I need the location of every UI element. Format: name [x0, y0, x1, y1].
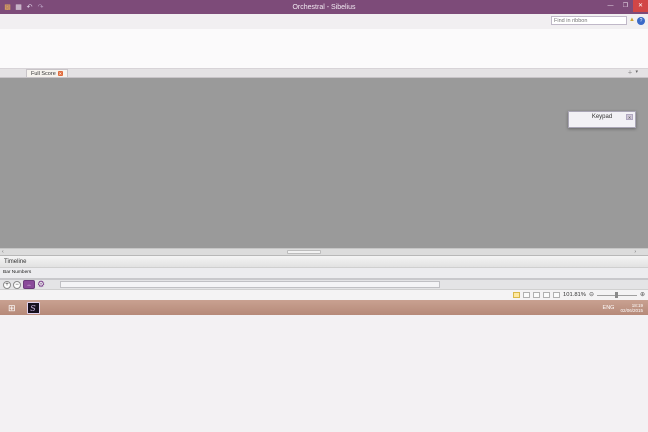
sibelius-window: ▩▦↶↷ Orchestral - Sibelius —❐✕ ▲ ? Full … — [0, 0, 648, 432]
maximize-button[interactable]: ❐ — [618, 0, 633, 12]
timeline-scrollbar-thumb[interactable] — [60, 281, 440, 288]
keypad-title-label: Keypad — [591, 114, 613, 120]
zoom-level: 101.81% — [563, 292, 586, 298]
timeline-scrollbar[interactable]: + − ↔ ⚙ — [0, 279, 648, 289]
view-mode-icon[interactable] — [553, 292, 561, 298]
undo-icon[interactable]: ↶ — [25, 3, 34, 12]
scrollbar-thumb[interactable] — [287, 250, 321, 254]
quick-access-toolbar: ▩ ▦ ↶ ↷ — [0, 3, 45, 12]
find-in-ribbon-input[interactable] — [551, 16, 628, 25]
find-in-ribbon: ▲ ? — [551, 16, 645, 25]
view-mode-icon[interactable] — [523, 292, 531, 298]
tab-list-icon[interactable]: ▾ — [635, 69, 638, 76]
start-button[interactable]: ⊞ — [3, 301, 21, 315]
timeline-bar-numbers: Bar Numbers — [0, 268, 648, 279]
view-mode-icon[interactable] — [513, 292, 521, 298]
timeline-zoom-out-button[interactable]: − — [13, 280, 21, 289]
scroll-left-icon[interactable]: ‹ — [2, 249, 4, 255]
document-tab-icons: ＋ ▾ — [627, 69, 638, 76]
document-tab-label: Full Score — [31, 70, 56, 77]
sibelius-taskbar-icon[interactable]: S — [26, 301, 40, 314]
timeline-settings-gear-icon[interactable]: ⚙ — [37, 280, 45, 289]
keypad-panel: Keypad ✕ — [568, 111, 636, 128]
status-bar: 101.81% ⊖ ⊕ — [0, 289, 648, 300]
ribbon-tab-bar: ▲ ? — [0, 14, 648, 29]
timeline-header[interactable]: Timeline — [0, 255, 648, 268]
minimize-ribbon-icon[interactable]: ▲ — [629, 16, 635, 25]
view-mode-icon[interactable] — [543, 292, 551, 298]
score-view[interactable] — [0, 78, 648, 248]
timeline-controls: + − ↔ ⚙ — [3, 280, 45, 289]
system-tray: ENG 18:19 02/06/2015 — [599, 303, 645, 313]
language-indicator[interactable]: ENG — [603, 305, 615, 311]
timeline-title: Timeline — [4, 258, 27, 265]
help-icon[interactable]: ? — [637, 16, 645, 25]
windows-taskbar: ⊞ S ENG 18:19 02/06/2015 — [0, 300, 648, 315]
keypad-title: Keypad ✕ — [571, 114, 633, 122]
document-tab-bar: Full Score ✕ ＋ ▾ — [0, 69, 648, 78]
zoom-out-icon[interactable]: ⊖ — [589, 292, 594, 298]
new-tab-icon[interactable]: ＋ — [627, 69, 632, 76]
zoom-slider-thumb[interactable] — [614, 292, 618, 298]
redo-icon[interactable]: ↷ — [36, 3, 45, 12]
timeline-zoom-in-button[interactable]: + — [3, 280, 11, 289]
keypad-close-icon[interactable]: ✕ — [626, 114, 633, 120]
title-bar: ▩ ▦ ↶ ↷ Orchestral - Sibelius — ❐ ✕ — [0, 0, 648, 14]
zoom-in-icon[interactable]: ⊕ — [640, 292, 645, 298]
scroll-right-icon[interactable]: › — [634, 249, 636, 255]
bar-numbers-label: Bar Numbers — [3, 270, 32, 275]
tab-full-score[interactable]: Full Score ✕ — [26, 69, 68, 77]
close-button[interactable]: ✕ — [633, 0, 648, 12]
timeline-fit-button[interactable]: ↔ — [23, 280, 35, 289]
minimize-button[interactable]: — — [603, 0, 618, 12]
view-mode-icon[interactable] — [533, 292, 541, 298]
app-icon[interactable]: ▩ — [3, 3, 12, 12]
clock[interactable]: 18:19 02/06/2015 — [620, 303, 643, 313]
window-title: Orchestral - Sibelius — [292, 3, 356, 11]
zoom-slider[interactable] — [596, 292, 637, 298]
clock-date: 02/06/2015 — [620, 307, 643, 313]
bar-numbers-cells — [44, 268, 648, 278]
score-horizontal-scrollbar[interactable]: ‹ › — [0, 248, 648, 255]
ribbon — [0, 29, 648, 69]
save-icon[interactable]: ▦ — [14, 3, 23, 12]
close-tab-icon[interactable]: ✕ — [57, 71, 63, 76]
window-buttons: — ❐ ✕ — [603, 0, 648, 14]
status-right: 101.81% ⊖ ⊕ — [513, 292, 645, 298]
